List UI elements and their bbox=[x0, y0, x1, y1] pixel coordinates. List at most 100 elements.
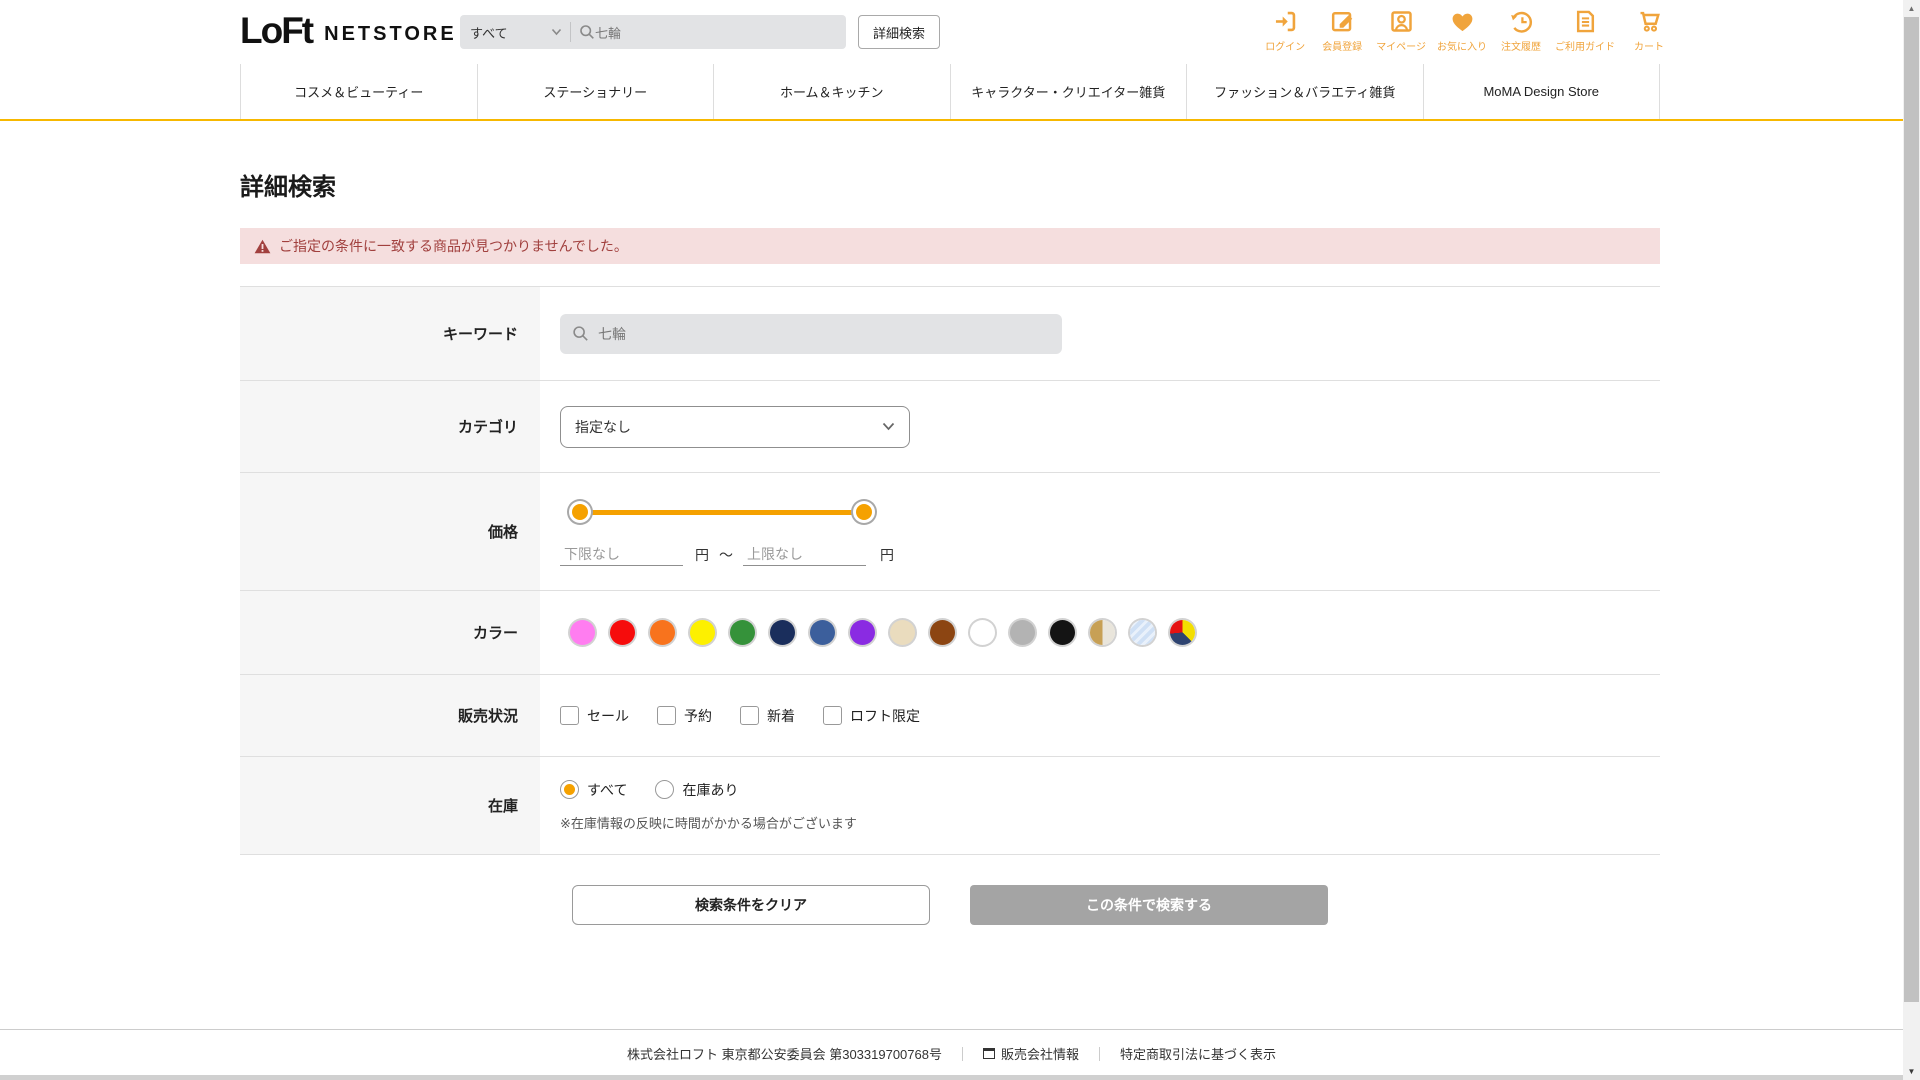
nav-stationery-label: ステーショナリー bbox=[543, 85, 648, 100]
color-swatch-beige[interactable] bbox=[890, 620, 915, 645]
color-swatch-gold-silver[interactable] bbox=[1090, 620, 1115, 645]
search-with-conditions-button[interactable]: この条件で検索する bbox=[970, 885, 1328, 925]
nav-moma[interactable]: MoMA Design Store bbox=[1422, 64, 1660, 119]
footer-legal-link[interactable]: 特定商取引法に基づく表示 bbox=[1120, 1044, 1276, 1063]
radio-stock-all[interactable]: すべて bbox=[560, 780, 627, 800]
login-link[interactable]: ログイン bbox=[1262, 8, 1308, 53]
page-title: 詳細検索 bbox=[240, 174, 336, 201]
color-swatch-red[interactable] bbox=[610, 620, 635, 645]
radio-stock-available[interactable]: 在庫あり bbox=[655, 780, 738, 800]
window-bottom-edge bbox=[0, 1075, 1903, 1080]
guide-link[interactable]: ご利用ガイド bbox=[1555, 8, 1615, 53]
color-swatch-clear[interactable] bbox=[1130, 620, 1155, 645]
search-icon bbox=[580, 25, 594, 39]
heart-icon bbox=[1452, 13, 1472, 32]
radio-stock-all-label: すべて bbox=[587, 781, 628, 798]
sales-status-label: 販売状況 bbox=[240, 675, 540, 756]
slider-handle-min[interactable] bbox=[572, 504, 588, 520]
mypage-link[interactable]: マイページ bbox=[1376, 8, 1426, 53]
footer-company-info-link[interactable]: 販売会社情報 bbox=[982, 1044, 1079, 1063]
scrollbar-down-arrow[interactable]: ▼ bbox=[1903, 1063, 1920, 1080]
color-swatch-pink[interactable] bbox=[570, 620, 595, 645]
nav-cosme[interactable]: コスメ＆ビューティー bbox=[240, 64, 477, 119]
form-actions: 検索条件をクリア この条件で検索する bbox=[240, 885, 1660, 925]
sales-status-row: 販売状況 セール 予約 新着 ロフト限定 bbox=[240, 675, 1660, 757]
category-select[interactable]: 指定なし bbox=[560, 405, 910, 448]
search-query-wrap bbox=[571, 24, 846, 40]
checkbox-reservation-label: 予約 bbox=[684, 707, 712, 724]
radio-stock-available-circle bbox=[655, 780, 675, 799]
nav-fashion-label: ファッション＆バラエティ雑貨 bbox=[1214, 85, 1396, 100]
search-form: キーワード カテゴリ 指定なし 価格 bbox=[240, 286, 1660, 855]
login-icon bbox=[1275, 11, 1295, 32]
detail-search-button[interactable]: 詳細検索 bbox=[858, 15, 940, 49]
color-swatch-gray[interactable] bbox=[1010, 620, 1035, 645]
color-swatches bbox=[570, 620, 1195, 645]
nav-moma-label: MoMA Design Store bbox=[1483, 84, 1600, 99]
color-swatch-orange[interactable] bbox=[650, 620, 675, 645]
nav-stationery[interactable]: ステーショナリー bbox=[476, 64, 714, 119]
keyword-input[interactable] bbox=[598, 325, 1018, 342]
color-swatch-brown[interactable] bbox=[930, 620, 955, 645]
nav-cosme-label: コスメ＆ビューティー bbox=[294, 85, 424, 100]
chevron-down-icon bbox=[551, 28, 562, 36]
category-select-value: 指定なし bbox=[575, 418, 631, 435]
checkbox-reservation[interactable]: 予約 bbox=[657, 706, 712, 726]
checkbox-loft-exclusive[interactable]: ロフト限定 bbox=[823, 706, 920, 726]
category-nav: コスメ＆ビューティー ステーショナリー ホーム＆キッチン キャラクター・クリエイ… bbox=[0, 64, 1920, 121]
color-swatch-blue[interactable] bbox=[810, 620, 835, 645]
color-swatch-white[interactable] bbox=[970, 620, 995, 645]
scrollbar-thumb[interactable] bbox=[1904, 17, 1919, 1002]
price-inputs: 円 ～ 円 bbox=[560, 543, 894, 566]
checkbox-sale[interactable]: セール bbox=[560, 706, 629, 726]
history-clock-icon bbox=[1510, 11, 1532, 33]
price-max-input[interactable] bbox=[743, 543, 866, 566]
stock-row: 在庫 すべて 在庫あり ※在庫情報の反映に時間がかかる場合がございます bbox=[240, 757, 1660, 855]
chevron-down-icon bbox=[882, 422, 895, 431]
header-quick-links: ログイン 会員登録 マイページ お気に入り 注文履歴 ご利用ガイド カート bbox=[1262, 8, 1672, 53]
site-footer: 株式会社ロフト 東京都公安委員会 第303319700768号 販売会社情報 特… bbox=[0, 1029, 1903, 1075]
cart-label: カート bbox=[1634, 42, 1664, 53]
header-search-bar: すべて bbox=[460, 15, 846, 49]
color-swatch-green[interactable] bbox=[730, 620, 755, 645]
scrollbar-up-arrow[interactable]: ▲ bbox=[1903, 0, 1920, 17]
checkbox-reservation-box bbox=[657, 706, 676, 725]
loft-logo[interactable]: LoFt NETSTORE bbox=[240, 10, 457, 52]
logo-store-text: NETSTORE bbox=[324, 22, 457, 45]
search-input[interactable] bbox=[595, 24, 795, 40]
nav-home-kitchen[interactable]: ホーム＆キッチン bbox=[713, 64, 950, 119]
stock-options: すべて 在庫あり bbox=[560, 780, 738, 800]
color-swatch-yellow[interactable] bbox=[690, 620, 715, 645]
color-swatch-multicolor[interactable] bbox=[1170, 620, 1195, 645]
nav-character[interactable]: キャラクター・クリエイター雑貨 bbox=[949, 64, 1187, 119]
cart-icon bbox=[1640, 11, 1660, 32]
color-swatch-navy[interactable] bbox=[770, 620, 795, 645]
stock-label: 在庫 bbox=[240, 757, 540, 854]
search-category-value: すべて bbox=[470, 25, 508, 41]
category-row: カテゴリ 指定なし bbox=[240, 381, 1660, 473]
register-link[interactable]: 会員登録 bbox=[1319, 8, 1365, 53]
radio-stock-all-circle bbox=[560, 780, 579, 799]
slider-handle-max[interactable] bbox=[856, 504, 872, 520]
clear-conditions-button[interactable]: 検索条件をクリア bbox=[572, 885, 930, 925]
slider-track bbox=[580, 510, 864, 515]
cart-link[interactable]: カート bbox=[1626, 8, 1672, 53]
price-range-slider bbox=[572, 499, 872, 525]
footer-divider bbox=[961, 1046, 963, 1061]
nav-fashion[interactable]: ファッション＆バラエティ雑貨 bbox=[1186, 64, 1423, 119]
keyword-row: キーワード bbox=[240, 287, 1660, 381]
no-results-error-banner: ご指定の条件に一致する商品が見つかりませんでした。 bbox=[240, 228, 1660, 264]
favorites-link[interactable]: お気に入り bbox=[1437, 8, 1487, 53]
color-swatch-purple[interactable] bbox=[850, 620, 875, 645]
search-category-select[interactable]: すべて bbox=[460, 15, 570, 49]
order-history-link[interactable]: 注文履歴 bbox=[1498, 8, 1544, 53]
checkbox-new[interactable]: 新着 bbox=[740, 706, 795, 726]
price-min-input[interactable] bbox=[560, 543, 683, 566]
logo-brand-text: LoFt bbox=[240, 10, 314, 51]
checkbox-new-box bbox=[740, 706, 759, 725]
checkbox-loft-exclusive-label: ロフト限定 bbox=[850, 707, 920, 724]
register-label: 会員登録 bbox=[1322, 42, 1363, 53]
login-label: ログイン bbox=[1265, 42, 1306, 53]
color-swatch-black[interactable] bbox=[1050, 620, 1075, 645]
radio-stock-available-label: 在庫あり bbox=[682, 781, 739, 798]
